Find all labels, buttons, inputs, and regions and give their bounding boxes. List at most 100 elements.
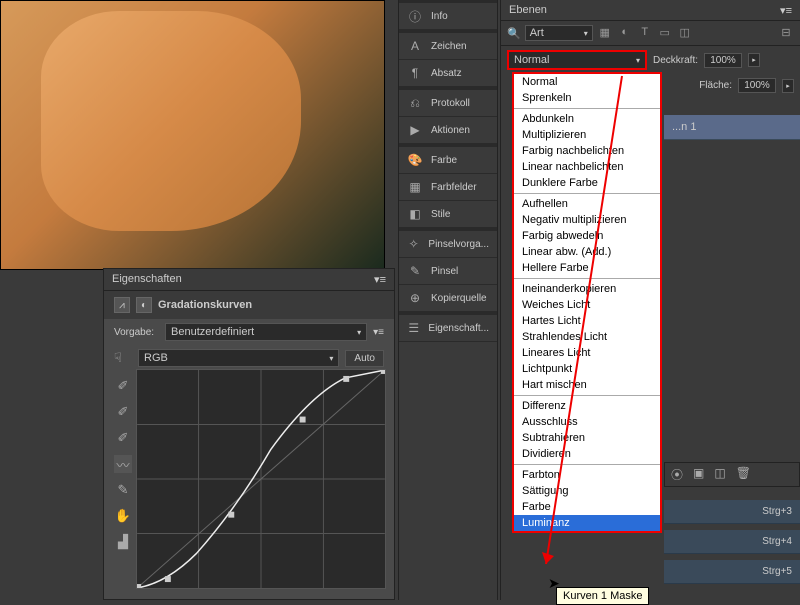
styles-icon: ◧ [407,207,423,221]
blend-abdunkeln[interactable]: Abdunkeln [514,111,660,127]
fill-flyout-icon[interactable]: ▸ [782,79,794,93]
document-canvas[interactable]: ...% (Gimp..., 1...) [0,0,385,270]
fill-label: Fläche: [699,80,732,91]
curve-mode-icon[interactable]: 〰 [114,455,132,473]
eyedropper-gray-icon[interactable]: ✐ [114,403,132,421]
curve-tools: ✐ ✐ ✐ 〰 ✎ ✋ ▟ [108,369,136,559]
blend-lineares-licht[interactable]: Lineares Licht [514,345,660,361]
layers-tab-label[interactable]: Ebenen [509,4,547,16]
blend-mode-select[interactable]: Normal [507,50,647,70]
filter-type-select[interactable]: Art [525,25,593,41]
opacity-flyout-icon[interactable]: ▸ [748,53,760,67]
trash-icon[interactable]: 🗑 [736,466,751,483]
shortcut-3[interactable]: Strg+3 [664,500,800,524]
layer-row[interactable]: ...n 1 [664,115,800,140]
blend-multiplizieren[interactable]: Multiplizieren [514,127,660,143]
blend-mode-dropdown: Normal Sprenkeln Abdunkeln Multipliziere… [512,72,662,533]
filter-shape-icon[interactable]: ▭ [657,26,673,40]
panel-farbfelder[interactable]: ▦Farbfelder [399,174,497,201]
character-icon: A [407,39,423,53]
hand-icon[interactable]: ✋ [114,507,132,525]
blend-subtrahieren[interactable]: Subtrahieren [514,430,660,446]
preset-menu-icon[interactable]: ▾≡ [373,327,384,338]
panel-pinsel[interactable]: ✎Pinsel [399,258,497,285]
blend-hart-mischen[interactable]: Hart mischen [514,377,660,393]
filter-pixel-icon[interactable]: ▦ [597,26,613,40]
history-icon: ⎌ [407,96,423,110]
blend-sprenkeln[interactable]: Sprenkeln [514,90,660,106]
panel-info[interactable]: ⓘInfo [399,0,497,30]
link-icon[interactable]: ⦿ [671,466,683,483]
blend-farbig-nachbelichten[interactable]: Farbig nachbelichten [514,143,660,159]
blend-farbe[interactable]: Farbe [514,499,660,515]
layers-bottom-toolbar: ⦿ ▣ ◫ 🗑 [664,462,800,487]
brush-presets-icon: ✧ [407,237,420,251]
mask-icon: ◐ [136,297,152,313]
preset-label: Vorgabe: [114,327,159,338]
opacity-label: Deckkraft: [653,55,698,66]
clone-icon: ⊕ [407,291,423,305]
blend-weiches-licht[interactable]: Weiches Licht [514,297,660,313]
finger-icon[interactable]: ☟ [114,350,132,366]
eyedropper-white-icon[interactable]: ✐ [114,429,132,447]
blend-negativ-multiplizieren[interactable]: Negativ multiplizieren [514,212,660,228]
blend-farbton[interactable]: Farbton [514,467,660,483]
blend-farbig-abwedeln[interactable]: Farbig abwedeln [514,228,660,244]
blend-saettigung[interactable]: Sättigung [514,483,660,499]
blend-linear-nachbelichten[interactable]: Linear nachbelichten [514,159,660,175]
panel-menu-icon[interactable]: ▾≡ [374,273,386,286]
blend-ineinanderkopieren[interactable]: Ineinanderkopieren [514,281,660,297]
blend-linear-abw[interactable]: Linear abw. (Add.) [514,244,660,260]
filter-smart-icon[interactable]: ◫ [677,26,693,40]
eyedropper-black-icon[interactable]: ✐ [114,377,132,395]
panel-kopierquelle[interactable]: ⊕Kopierquelle [399,285,497,312]
curves-icon: ⩘ [114,297,130,313]
shortcut-5[interactable]: Strg+5 [664,560,800,584]
filter-adjust-icon[interactable]: ◐ [617,26,633,40]
panel-stile[interactable]: ◧Stile [399,201,497,228]
properties-icon: ☰ [407,321,420,335]
mask-add-icon[interactable]: ◫ [714,466,725,483]
curves-graph[interactable] [136,369,386,589]
fill-input[interactable]: 100% [738,78,776,93]
panel-menu-icon[interactable]: ▾≡ [780,4,792,17]
channel-select[interactable]: RGB [138,349,339,367]
blend-dividieren[interactable]: Dividieren [514,446,660,462]
swatches-icon: ▦ [407,180,423,194]
paragraph-icon: ¶ [407,66,423,80]
panel-pinselvorg[interactable]: ✧Pinselvorga... [399,228,497,258]
panel-eigenschaften[interactable]: ☰Eigenschaft... [399,312,497,342]
panel-farbe[interactable]: 🎨Farbe [399,144,497,174]
tooltip: Kurven 1 Maske [556,587,649,605]
panel-protokoll[interactable]: ⎌Protokoll [399,87,497,117]
panel-absatz[interactable]: ¶Absatz [399,60,497,87]
blend-aufhellen[interactable]: Aufhellen [514,196,660,212]
filter-toggle-icon[interactable]: ⊟ [778,26,794,40]
shortcut-4[interactable]: Strg+4 [664,530,800,554]
blend-luminanz[interactable]: Luminanz [514,515,660,531]
pencil-mode-icon[interactable]: ✎ [114,481,132,499]
blend-normal[interactable]: Normal [514,74,660,90]
play-icon: ▶ [407,123,423,137]
blend-lichtpunkt[interactable]: Lichtpunkt [514,361,660,377]
brush-icon: ✎ [407,264,423,278]
folder-icon[interactable]: ▣ [693,466,704,483]
blend-hartes-licht[interactable]: Hartes Licht [514,313,660,329]
preset-select[interactable]: Benutzerdefiniert [165,323,367,341]
adjustment-title: Gradationskurven [158,299,252,311]
palette-icon: 🎨 [407,153,423,167]
blend-dunklere-farbe[interactable]: Dunklere Farbe [514,175,660,191]
opacity-input[interactable]: 100% [704,53,742,68]
filter-text-icon[interactable]: T [637,26,653,40]
blend-ausschluss[interactable]: Ausschluss [514,414,660,430]
blend-strahlendes-licht[interactable]: Strahlendes Licht [514,329,660,345]
cursor-icon: ➤ [548,575,560,592]
auto-button[interactable]: Auto [345,350,384,367]
info-icon: ⓘ [407,9,423,23]
blend-hellere-farbe[interactable]: Hellere Farbe [514,260,660,276]
panel-aktionen[interactable]: ▶Aktionen [399,117,497,144]
panel-zeichen[interactable]: AZeichen [399,30,497,60]
blend-differenz[interactable]: Differenz [514,398,660,414]
properties-panel: Eigenschaften▾≡ ⩘ ◐ Gradationskurven Vor… [103,268,395,600]
histogram-icon[interactable]: ▟ [114,533,132,551]
